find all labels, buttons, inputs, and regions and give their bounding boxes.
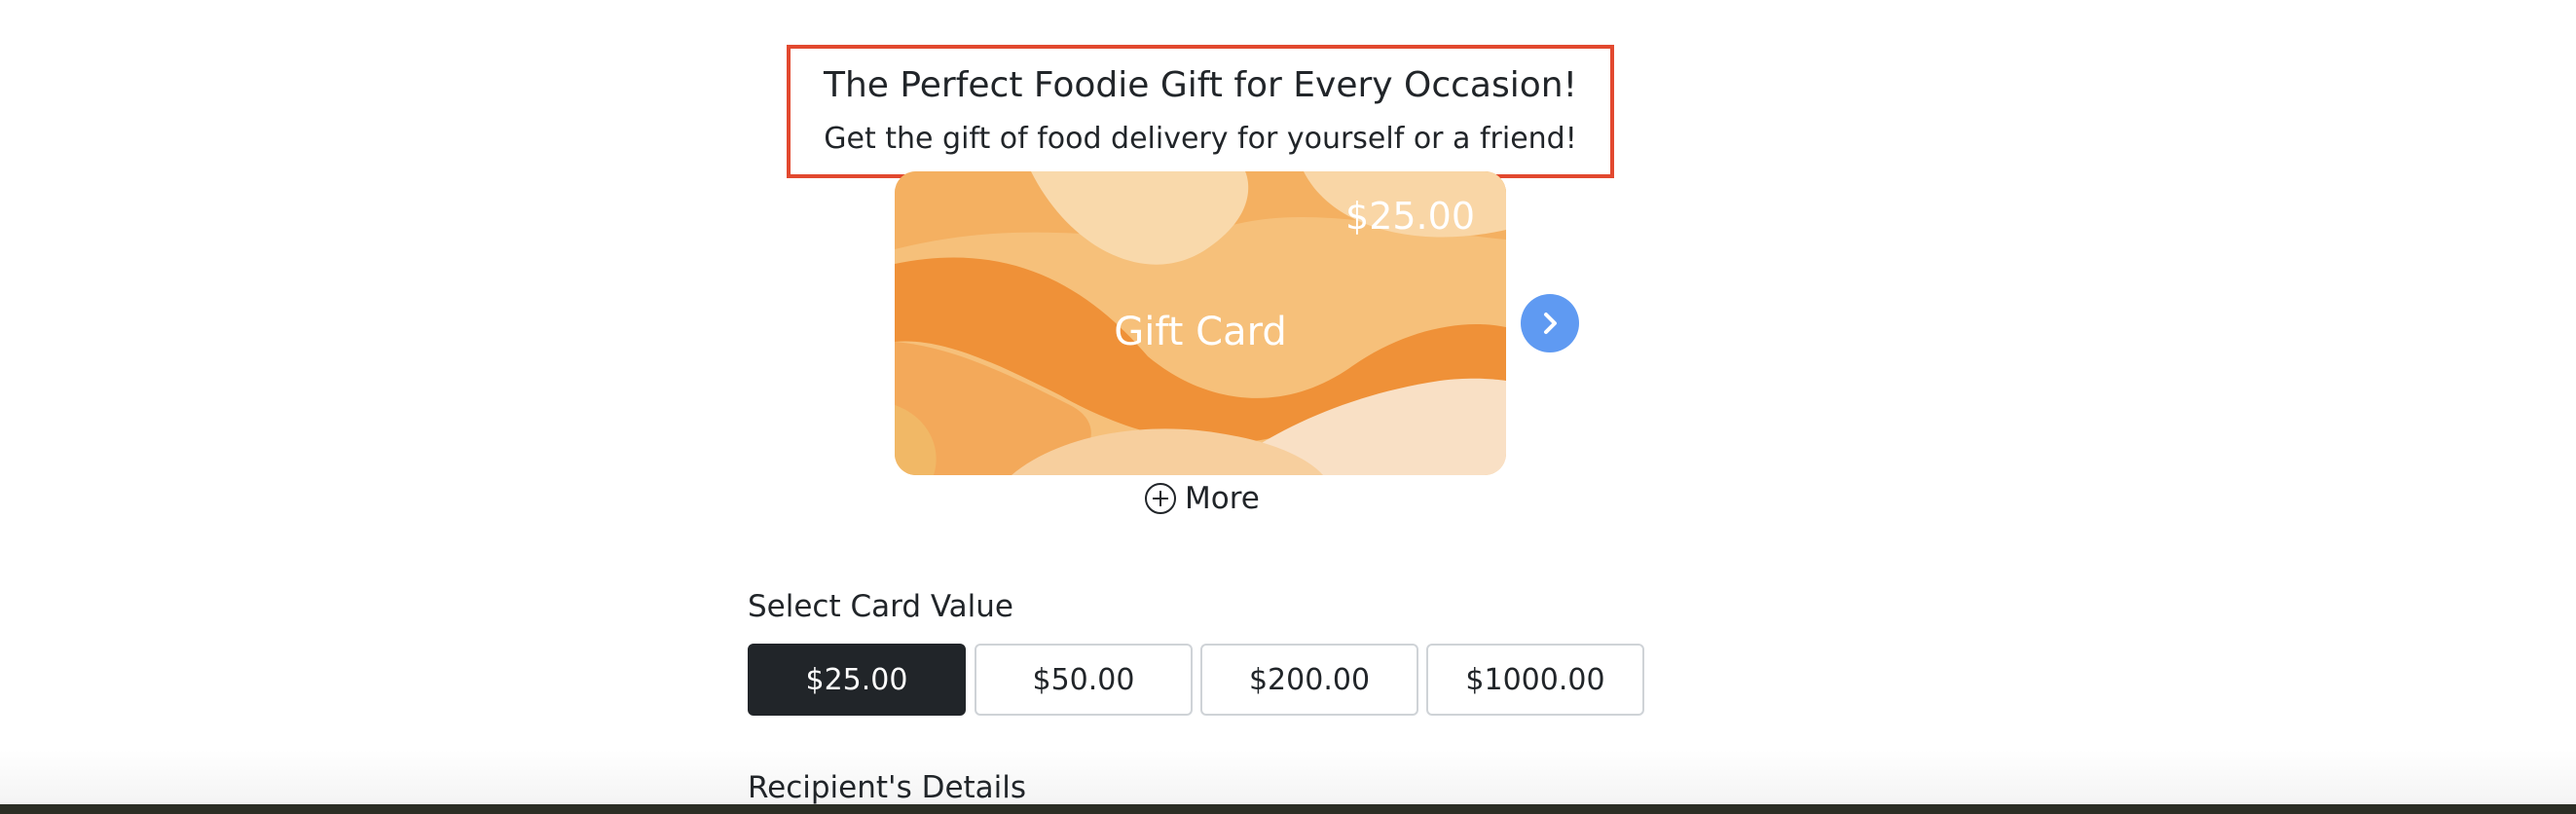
page-title: The Perfect Foodie Gift for Every Occasi… — [823, 65, 1578, 105]
page-subtitle: Get the gift of food delivery for yourse… — [824, 122, 1577, 156]
value-option-25[interactable]: $25.00 — [748, 644, 966, 716]
value-option-1000[interactable]: $1000.00 — [1426, 644, 1644, 716]
more-designs-link[interactable]: More — [1144, 477, 1260, 520]
more-label: More — [1185, 481, 1260, 516]
gift-card-label: Gift Card — [1114, 310, 1287, 354]
card-value-label: Select Card Value — [748, 589, 1013, 624]
gift-card-page: The Perfect Foodie Gift for Every Occasi… — [0, 0, 2576, 814]
value-option-200[interactable]: $200.00 — [1200, 644, 1418, 716]
recipient-details-label: Recipient's Details — [748, 770, 1027, 805]
next-card-button[interactable] — [1521, 294, 1579, 352]
gift-card-amount: $25.00 — [1345, 195, 1475, 238]
chevron-right-icon — [1544, 313, 1557, 334]
gift-card-preview[interactable]: $25.00 Gift Card — [895, 171, 1506, 475]
headline-box: The Perfect Foodie Gift for Every Occasi… — [787, 45, 1614, 178]
bottom-fade — [0, 750, 2576, 806]
plus-circle-icon — [1145, 483, 1176, 514]
footer-image-strip — [0, 804, 2576, 814]
value-option-50[interactable]: $50.00 — [975, 644, 1193, 716]
